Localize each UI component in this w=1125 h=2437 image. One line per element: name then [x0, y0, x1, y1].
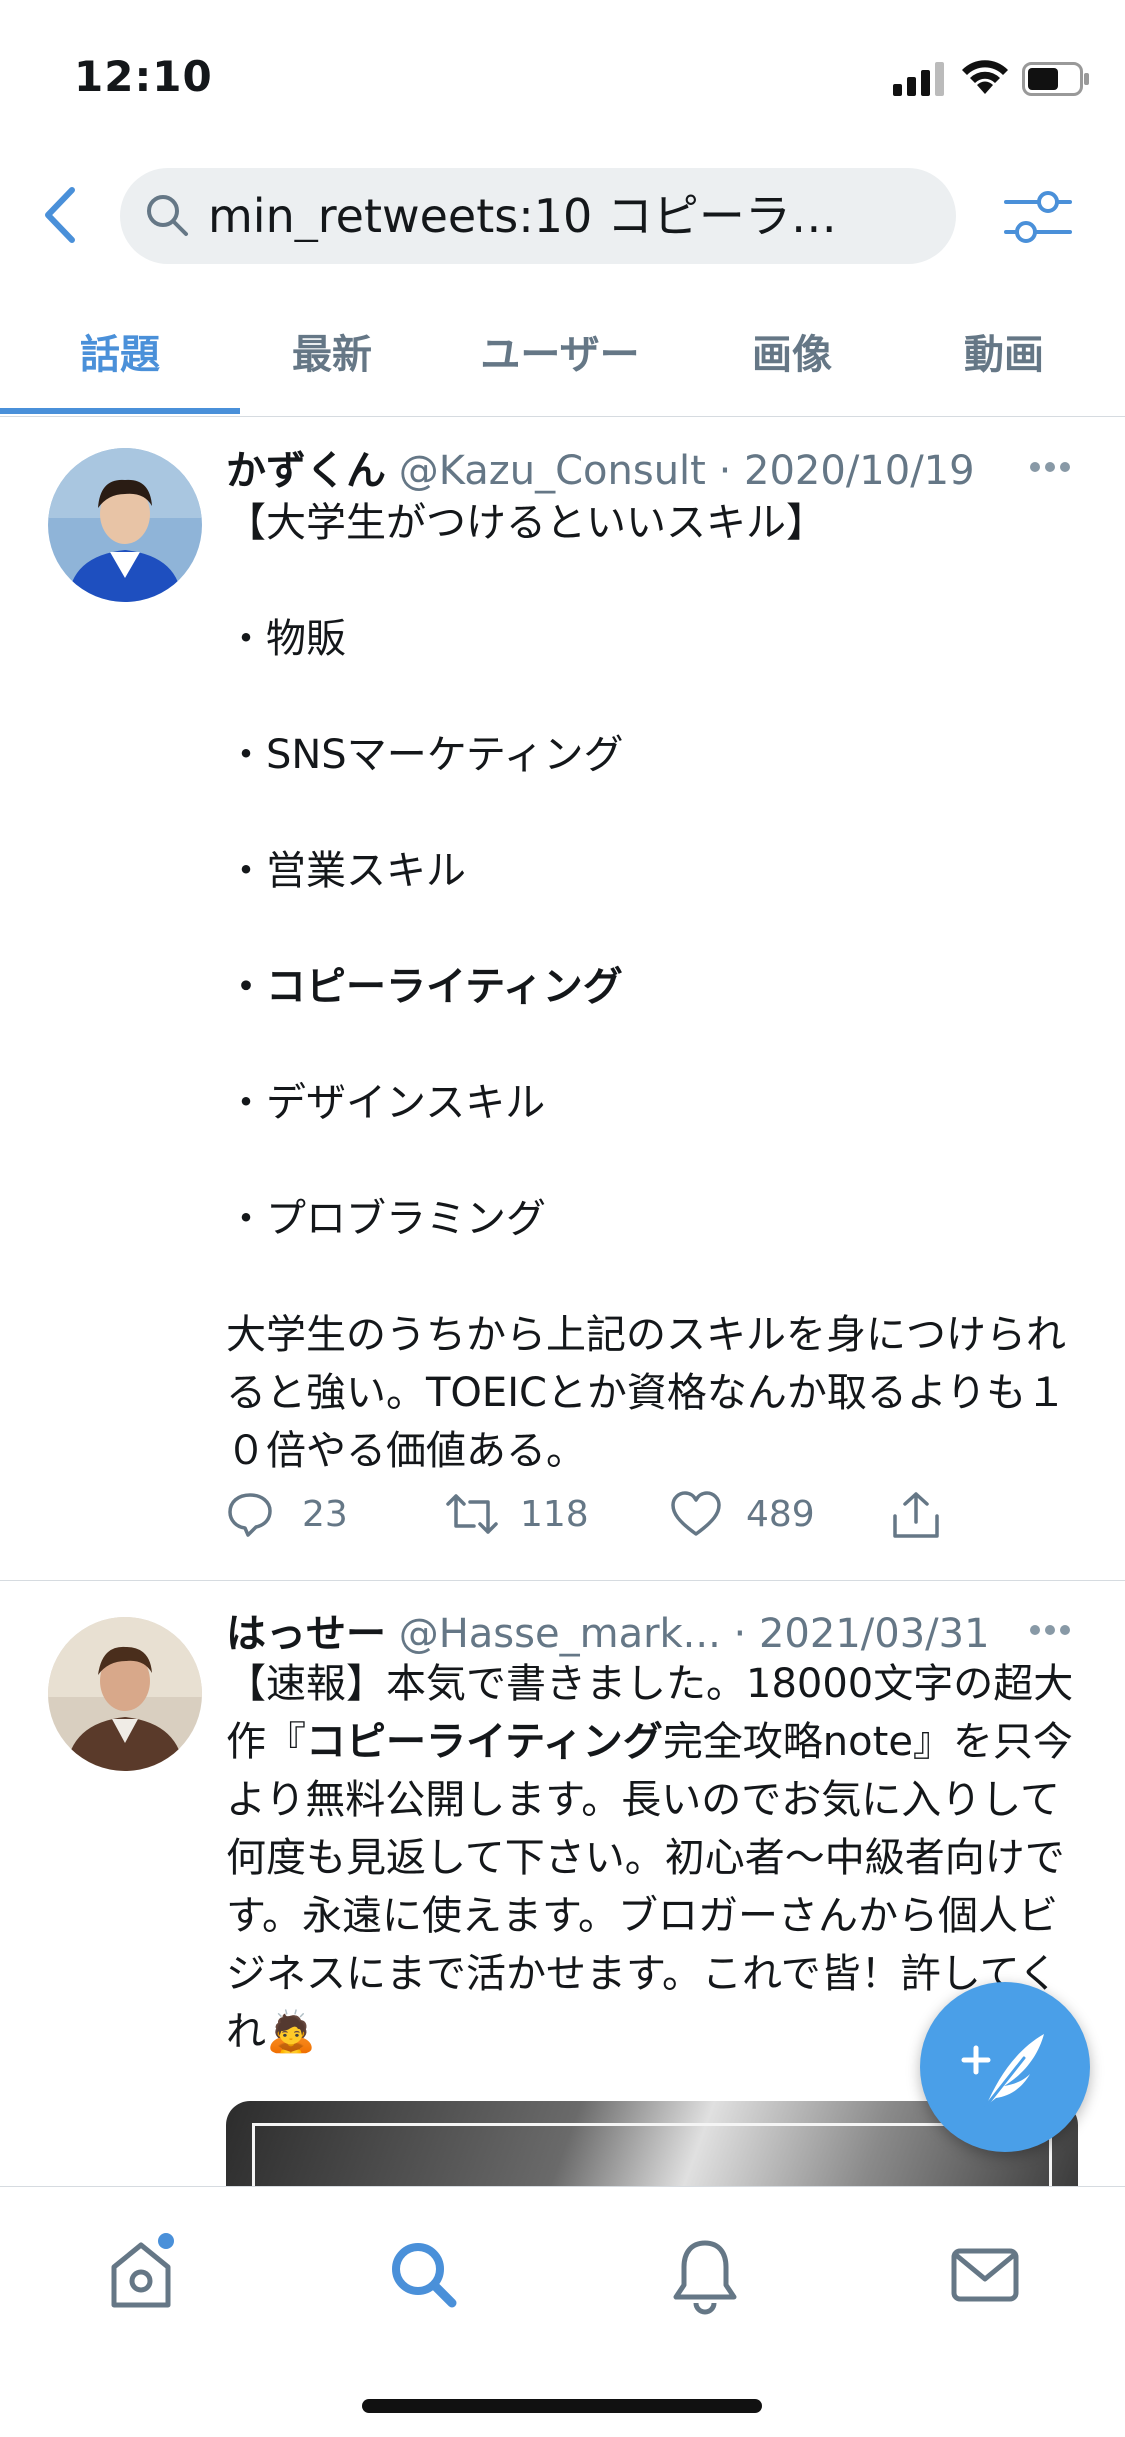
tweet-line: ・プロブラミング	[226, 1196, 546, 1242]
tab-videos[interactable]: 動画	[924, 322, 1084, 382]
nav-home[interactable]	[96, 2229, 186, 2319]
status-time: 12:10	[74, 52, 213, 101]
like-count: 489	[746, 1494, 815, 1535]
more-icon[interactable]	[1028, 1623, 1072, 1637]
tweet-line-highlight: ・コピーライティング	[226, 964, 623, 1010]
reply-icon	[228, 1493, 272, 1537]
author-name[interactable]: かずくん	[226, 448, 386, 494]
tweet-text-highlight: コピーライティング	[306, 1719, 663, 1765]
signal-icon	[893, 62, 944, 96]
bottom-nav	[0, 2186, 1125, 2437]
more-icon[interactable]	[1028, 460, 1072, 474]
back-button[interactable]	[36, 180, 88, 250]
explore-icon	[392, 2243, 457, 2308]
search-input[interactable]: min_retweets:10 コピーラ…	[120, 168, 956, 264]
reply-count: 23	[302, 1494, 348, 1535]
nav-messages[interactable]	[940, 2229, 1030, 2319]
like-button[interactable]: 489	[670, 1480, 870, 1552]
tweet-line: ・SNSマーケティング	[226, 732, 624, 778]
avatar[interactable]	[48, 1617, 202, 1771]
reply-button[interactable]: 23	[226, 1480, 426, 1552]
author-handle[interactable]: @Kazu_Consult	[399, 448, 706, 494]
nav-explore[interactable]	[378, 2229, 468, 2319]
nav-notifications[interactable]	[660, 2229, 750, 2319]
like-icon	[671, 1491, 721, 1536]
home-indicator	[362, 2399, 762, 2413]
search-query: min_retweets:10 コピーラ…	[208, 190, 837, 242]
tweet-line: 大学生のうちから上記のスキルを身につけられると強い。TOEICとか資格なんか取る…	[226, 1312, 1067, 1474]
avatar[interactable]	[48, 448, 202, 602]
tab-photos[interactable]: 画像	[712, 322, 872, 382]
tweet-line: ・デザインスキル	[226, 1080, 546, 1126]
share-icon	[893, 1492, 939, 1538]
tab-people[interactable]: ユーザー	[440, 322, 680, 382]
tweet-line: ・営業スキル	[226, 848, 466, 894]
tweet-header: はっせー @Hasse_mark... · 2021/03/31	[226, 1611, 990, 1657]
home-icon	[111, 2233, 174, 2308]
retweet-count: 118	[520, 1494, 589, 1535]
tweet-line: 【大学生がつけるといいスキル】	[226, 500, 826, 546]
tab-latest[interactable]: 最新	[252, 322, 412, 382]
author-name[interactable]: はっせー	[226, 1611, 386, 1657]
tweet[interactable]: かずくん @Kazu_Consult · 2020/10/19 【大学生がつける…	[0, 418, 1125, 1581]
filter-icon[interactable]	[1002, 186, 1074, 248]
tweet-date[interactable]: 2021/03/31	[759, 1611, 990, 1657]
share-button[interactable]	[890, 1480, 970, 1552]
search-tabs: 話題 最新 ユーザー 画像 動画	[0, 300, 1125, 417]
compose-button[interactable]	[920, 1982, 1090, 2152]
tab-top[interactable]: 話題	[40, 322, 200, 382]
status-bar: 12:10	[0, 0, 1125, 150]
wifi-icon	[962, 60, 1008, 94]
tweet-line: ・物販	[226, 616, 346, 662]
search-icon	[147, 195, 188, 236]
tweet-actions: 23 118 489	[226, 1480, 1086, 1552]
compose-icon	[961, 2034, 1044, 2108]
retweet-icon	[446, 1494, 498, 1534]
retweet-button[interactable]: 118	[444, 1480, 644, 1552]
battery-icon	[1022, 62, 1089, 96]
notifications-icon	[673, 2240, 737, 2315]
tweet-date[interactable]: 2020/10/19	[744, 448, 975, 494]
tab-active-indicator	[0, 408, 240, 414]
author-handle[interactable]: @Hasse_mark...	[399, 1611, 721, 1657]
tweet-header: かずくん @Kazu_Consult · 2020/10/19	[226, 448, 975, 494]
messages-icon	[951, 2248, 1019, 2302]
